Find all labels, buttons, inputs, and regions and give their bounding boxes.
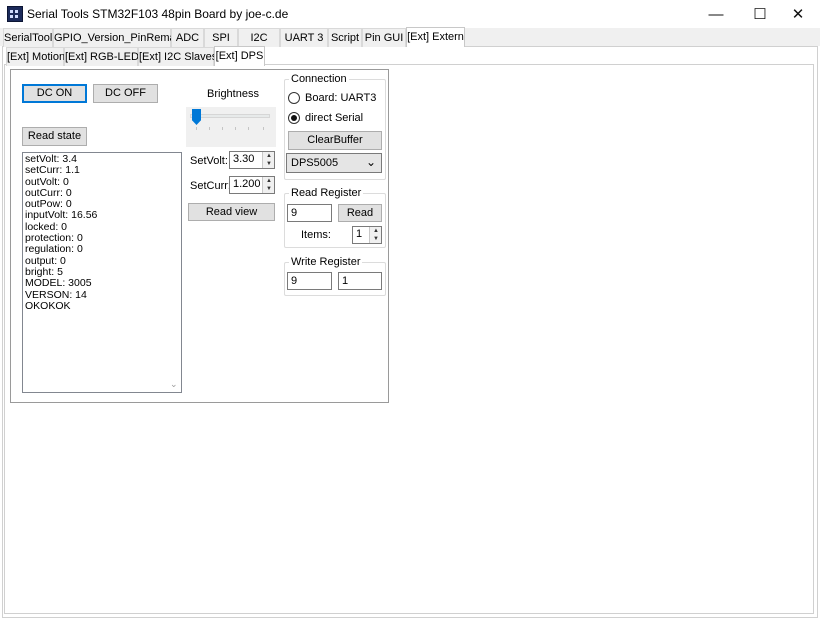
app-icon — [7, 6, 23, 22]
spin-up-icon[interactable]: ▲ — [370, 227, 382, 235]
title-bar: Serial Tools STM32F103 48pin Board by jo… — [0, 0, 820, 28]
slider-tick — [209, 127, 210, 130]
radio-selected-dot — [291, 115, 297, 121]
output-line: MODEL: 3005 — [25, 277, 92, 290]
tab-serialtool[interactable]: SerialTool — [3, 28, 53, 47]
spin-down-icon[interactable]: ▼ — [263, 185, 275, 193]
window-title: Serial Tools STM32F103 48pin Board by jo… — [27, 7, 289, 21]
subtab-ext-rgb-led[interactable]: [Ext] RGB-LED — [64, 47, 139, 66]
set-volt-spin-buttons[interactable]: ▲ ▼ — [262, 152, 274, 168]
dc-off-button[interactable]: DC OFF — [93, 84, 158, 103]
read-register-address-input[interactable]: 9 — [287, 204, 332, 222]
set-curr-spin-buttons[interactable]: ▲ ▼ — [262, 177, 274, 193]
tab-script[interactable]: Script — [328, 28, 362, 47]
output-line: OKOKOK — [25, 299, 71, 312]
subtab-ext-i2c-slaves[interactable]: [Ext] I2C Slaves — [138, 47, 217, 66]
tab-adc[interactable]: ADC — [171, 28, 204, 47]
write-register-address-input[interactable]: 9 — [287, 272, 332, 290]
close-icon: ✕ — [791, 6, 805, 23]
tab-pin-gui[interactable]: Pin GUI — [362, 28, 406, 47]
direct-serial-label[interactable]: direct Serial — [305, 112, 363, 124]
state-output-text: setVolt: 3.4 setCurr: 1.1 outVolt: 0 out… — [25, 153, 167, 312]
board-uart3-label[interactable]: Board: UART3 — [305, 92, 376, 104]
items-value: 1 — [356, 228, 363, 240]
set-volt-label: SetVolt: — [190, 155, 228, 167]
tab-gpio-version-pinremap[interactable]: GPIO_Version_PinRemap — [53, 28, 182, 47]
set-curr-label: SetCurr: — [190, 180, 231, 192]
set-volt-value: 3.30 — [233, 153, 255, 165]
spin-up-icon[interactable]: ▲ — [263, 152, 275, 160]
clear-buffer-button[interactable]: ClearBuffer — [288, 131, 382, 150]
spin-down-icon[interactable]: ▼ — [263, 160, 275, 168]
spin-up-icon[interactable]: ▲ — [263, 177, 275, 185]
set-volt-spinner[interactable]: 3.30 ▲ ▼ — [229, 151, 275, 169]
subtab-ext-dps[interactable]: [Ext] DPS — [214, 46, 265, 66]
output-line: regulation: 0 — [25, 243, 83, 256]
read-view-button[interactable]: Read view — [188, 203, 275, 221]
output-line: setCurr: 1.1 — [25, 164, 80, 177]
read-register-title: Read Register — [289, 187, 364, 199]
minimize-button[interactable]: — — [694, 0, 738, 28]
tab-uart3[interactable]: UART 3 — [280, 28, 328, 47]
items-spinner[interactable]: 1 ▲ ▼ — [352, 226, 382, 244]
minimize-icon: — — [708, 5, 724, 23]
tab-i2c[interactable]: I2C — [238, 28, 280, 47]
slider-tick — [248, 127, 249, 130]
slider-tick — [263, 127, 264, 130]
items-spin-buttons[interactable]: ▲ ▼ — [369, 227, 381, 243]
slider-tick — [235, 127, 236, 130]
close-button[interactable]: ✕ — [776, 0, 820, 28]
board-uart3-radio[interactable] — [288, 92, 300, 104]
connection-group-title: Connection — [289, 73, 349, 85]
tab-spi[interactable]: SPI — [204, 28, 238, 47]
write-register-value-input[interactable]: 1 — [338, 272, 382, 290]
set-curr-value: 1.200 — [233, 178, 261, 190]
subtab-ext-motion[interactable]: [Ext] Motion — [6, 47, 65, 66]
brightness-track — [190, 114, 270, 118]
tab-ext-extern[interactable]: [Ext] Extern — [406, 27, 465, 47]
chevron-down-icon[interactable]: ⌄ — [366, 155, 376, 169]
read-state-button[interactable]: Read state — [22, 127, 87, 146]
write-register-title: Write Register — [289, 256, 363, 268]
chevron-down-icon[interactable]: ⌄ — [170, 379, 178, 390]
output-scrollbar[interactable]: ⌄ — [167, 153, 181, 392]
brightness-label: Brightness — [207, 88, 259, 100]
set-curr-spinner[interactable]: 1.200 ▲ ▼ — [229, 176, 275, 194]
maximize-icon: ☐ — [753, 6, 767, 23]
slider-tick — [196, 127, 197, 130]
read-register-button[interactable]: Read — [338, 204, 382, 222]
device-select-value: DPS5005 — [291, 157, 339, 169]
spin-down-icon[interactable]: ▼ — [370, 235, 382, 243]
state-output-textbox[interactable]: setVolt: 3.4 setCurr: 1.1 outVolt: 0 out… — [22, 152, 182, 393]
device-select[interactable]: DPS5005 ⌄ — [286, 153, 382, 173]
slider-tick — [222, 127, 223, 130]
direct-serial-radio[interactable] — [288, 112, 300, 124]
items-label: Items: — [301, 229, 331, 241]
dc-on-button[interactable]: DC ON — [22, 84, 87, 103]
